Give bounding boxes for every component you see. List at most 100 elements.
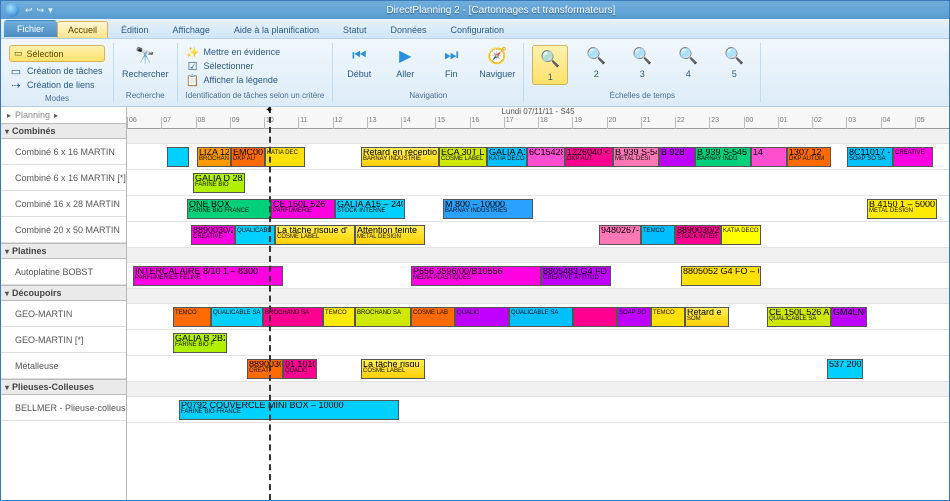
gantt-task[interactable]: B 928 [659, 147, 695, 167]
resource-row[interactable]: Combiné 6 x 16 MARTIN [*] [1, 165, 126, 191]
gantt-lane[interactable]: 8890030CREATI01 1010QUALIC La tâche risqu… [127, 356, 949, 382]
gantt-task[interactable]: CE 150L 526PARFUMERIE [271, 199, 335, 219]
gantt-task[interactable]: BROCHAND SA [355, 307, 411, 327]
gantt-task[interactable]: P656 3596/00/B10556MEDIA PLASTIQUES [411, 266, 541, 286]
gantt-task[interactable]: GALIA B 2B2CFARINE BIO F [173, 333, 227, 353]
gantt-task[interactable]: 8890030/2 4STOCK INTER [675, 225, 721, 245]
gantt-task[interactable]: 8890030/2CREATIVE [191, 225, 235, 245]
gantt-task[interactable]: SOAP SO [617, 307, 651, 327]
show-legend-button[interactable]: 📋Afficher la légende [186, 73, 325, 87]
gantt-task[interactable]: 537 200 [827, 359, 863, 379]
gantt-task[interactable]: GALIA D 28/2FARINE BIO [193, 173, 245, 193]
gantt-task[interactable]: ECA 30T LOGO LCCOSME LABEL [439, 147, 487, 167]
scale-1-button[interactable]: 🔍1 [532, 45, 568, 85]
resource-row[interactable]: Métalleuse [1, 353, 126, 379]
tab-affichage[interactable]: Affichage [162, 21, 221, 38]
gantt-task[interactable]: COSME LAB [411, 307, 455, 327]
gantt-task[interactable]: INTERCALAIRE 8/10 1 – 8300PARFUMERIES FE… [133, 266, 283, 286]
scale-5-button[interactable]: 🔍5 [716, 45, 752, 79]
gantt-task[interactable]: 8805052 G4 FO – 6300 [681, 266, 761, 286]
gantt-lane[interactable]: GALIA D 28/2FARINE BIO [127, 170, 949, 196]
gantt-task[interactable]: BROCHAND SA [263, 307, 323, 327]
gantt-task[interactable]: TEMCO [641, 225, 675, 245]
gantt-task[interactable]: B 939 S-545 BMETAL DESI [613, 147, 659, 167]
gantt-lane[interactable]: 8890030/2CREATIVEQUALICABLLa tâche risqu… [127, 222, 949, 248]
gantt-task[interactable]: 8C11017 - 14SOAP SO SA [847, 147, 893, 167]
gantt-task[interactable]: Retard en réceptionBARNAY INDUSTRIE [361, 147, 439, 167]
gantt-timeline[interactable]: Lundi 07/11/11 - S45 0607080910111213141… [127, 107, 949, 500]
select-by-criteria-button[interactable]: ☑Sélectionner [186, 59, 325, 73]
resource-row[interactable]: Combiné 20 x 50 MARTIN [1, 217, 126, 243]
gantt-task[interactable]: CREATIVE [893, 147, 933, 167]
tab-statut[interactable]: Statut [332, 21, 378, 38]
gantt-task[interactable]: GALIA A15 – 2400STOCK INTERNE [335, 199, 405, 219]
gantt-task[interactable]: 8890030CREATI [247, 359, 283, 379]
tab-accueil[interactable]: Accueil [57, 21, 108, 38]
gantt-task[interactable]: TEMCO [323, 307, 355, 327]
sidebar-group-header[interactable]: ▾Platines [1, 243, 126, 259]
gantt-task[interactable]: QUALICABLE SA [509, 307, 573, 327]
gantt-task[interactable]: 14 [751, 147, 787, 167]
gantt-lane[interactable]: P0792 COUVERCLE MINI BOX – 10000FARINE B… [127, 397, 949, 423]
search-button[interactable]: 🔭Rechercher [122, 45, 169, 79]
gantt-task[interactable]: P0792 COUVERCLE MINI BOX – 10000FARINE B… [179, 400, 399, 420]
gantt-task[interactable]: B 939 S-545 BBARNAY INDU [695, 147, 751, 167]
resource-sidebar[interactable]: ▸Planning▸ ▾CombinésCombiné 6 x 16 MARTI… [1, 107, 127, 500]
gantt-lane[interactable]: LIZA 12BROCHANEMC0009DKP AUKATIA DEC Reta… [127, 144, 949, 170]
sidebar-group-header[interactable]: ▾Découpoirs [1, 285, 126, 301]
resource-row[interactable]: GEO-MARTIN [1, 301, 126, 327]
tab-configuration[interactable]: Configuration [440, 21, 516, 38]
gantt-task[interactable]: La tâche risque d'COSME LABEL [275, 225, 355, 245]
scale-3-button[interactable]: 🔍3 [624, 45, 660, 79]
tab-aide[interactable]: Aide à la planification [223, 21, 330, 38]
gantt-task[interactable]: EMC0009DKP AU [231, 147, 265, 167]
gantt-task[interactable] [573, 307, 617, 327]
gantt-lane[interactable]: TEMCOQUALICABLE SABROCHAND SATEMCOBROCHA… [127, 304, 949, 330]
gantt-task[interactable]: 1307 12DKP AUTOM [787, 147, 831, 167]
gantt-lane[interactable]: ONE BOXFARINE BIO FRANCECE 150L 526PARFU… [127, 196, 949, 222]
gantt-task[interactable]: ONE BOXFARINE BIO FRANCE [187, 199, 271, 219]
mode-create-task-button[interactable]: ▭Création de tâches [9, 64, 105, 78]
gantt-task[interactable]: CE 150L 526 ACQUALICABLE SA [767, 307, 831, 327]
sidebar-group-header[interactable]: ▾Plieuses-Colleuses [1, 379, 126, 395]
scale-2-button[interactable]: 🔍2 [578, 45, 614, 79]
gantt-task[interactable]: KATIA DECO [721, 225, 761, 245]
gantt-task[interactable]: 9480267-2 [599, 225, 641, 245]
gantt-lane[interactable]: INTERCALAIRE 8/10 1 – 8300PARFUMERIES FE… [127, 263, 949, 289]
scale-4-button[interactable]: 🔍4 [670, 45, 706, 79]
gantt-task[interactable]: La tâche risquCOSME LABEL [361, 359, 425, 379]
tab-edition[interactable]: Édition [110, 21, 160, 38]
gantt-task[interactable]: TEMCO [173, 307, 211, 327]
gantt-task[interactable]: Retard eSOM [685, 307, 729, 327]
gantt-task[interactable]: Attention teinteMETAL DESIGN [355, 225, 425, 245]
resource-row[interactable]: Combiné 6 x 16 MARTIN [1, 139, 126, 165]
gantt-task[interactable]: 1226040 < 1DKP AUT [565, 147, 613, 167]
gantt-task[interactable]: QUALIC [455, 307, 509, 327]
gantt-task[interactable]: QUALICABLE SA [211, 307, 263, 327]
gantt-task[interactable]: KATIA DEC [265, 147, 305, 167]
tab-donnees[interactable]: Données [380, 21, 438, 38]
gantt-task[interactable]: LIZA 12BROCHAN [197, 147, 231, 167]
resource-row[interactable]: BELLMER - Plieuse-colleuse [1, 395, 126, 421]
gantt-task[interactable]: 8805483 G4 FDCREATIVE ATTITUD [541, 266, 611, 286]
gantt-task[interactable]: M 800 – 10000BARNAY INDUSTRIES [443, 199, 533, 219]
gantt-task[interactable]: TEMCO [651, 307, 685, 327]
nav-start-button[interactable]: ⏮Début [341, 45, 377, 79]
app-orb-icon[interactable] [5, 3, 19, 17]
nav-navigate-button[interactable]: 🧭Naviguer [479, 45, 515, 79]
quick-access-toolbar[interactable]: ↩↪▾ [25, 5, 57, 16]
gantt-task[interactable]: 6C15428 [527, 147, 565, 167]
gantt-task[interactable]: GM4LNU [831, 307, 867, 327]
nav-end-button[interactable]: ⏭Fin [433, 45, 469, 79]
resource-row[interactable]: Autoplatine BOBST [1, 259, 126, 285]
gantt-task[interactable]: GALIA A16KATIA DECO [487, 147, 527, 167]
nav-goto-button[interactable]: ▶Aller [387, 45, 423, 79]
resource-row[interactable]: Combiné 16 x 28 MARTIN [1, 191, 126, 217]
mode-selection-button[interactable]: ▭Sélection [9, 45, 105, 62]
gantt-task[interactable]: B 4150 1 – 5000METAL DESIGN [867, 199, 937, 219]
mode-create-link-button[interactable]: ⇢Création de liens [9, 78, 105, 92]
gantt-task[interactable] [167, 147, 189, 167]
tab-fichier[interactable]: Fichier [4, 20, 57, 37]
resource-row[interactable]: GEO-MARTIN [*] [1, 327, 126, 353]
gantt-task[interactable]: 01 1010QUALIC [283, 359, 317, 379]
